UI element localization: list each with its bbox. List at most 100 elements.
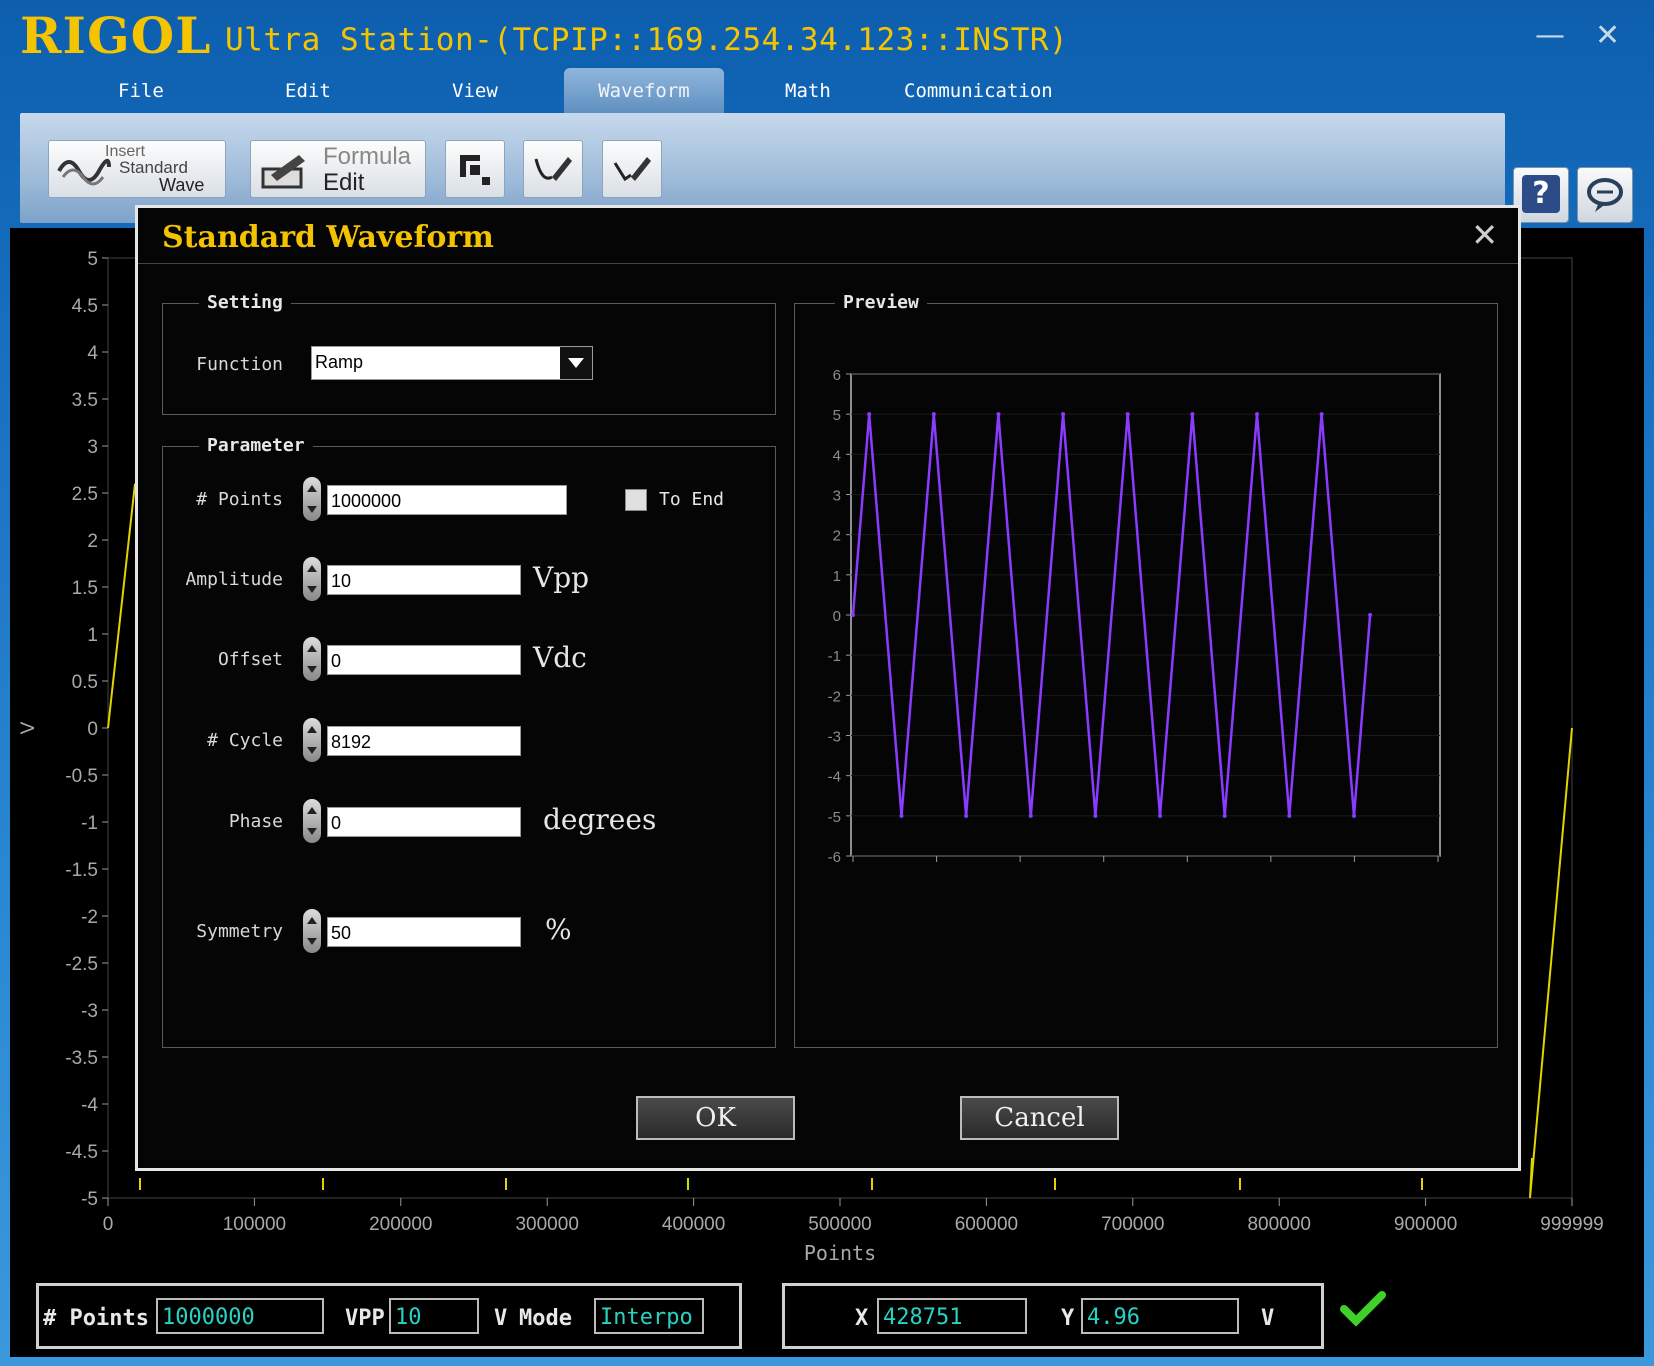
offset-input[interactable]: 0 [327,645,521,675]
y-tick-label: 1 [87,625,98,646]
y-tick-label: 2 [87,531,98,552]
zoom-tool-button[interactable] [445,140,505,198]
symmetry-input[interactable]: 50 [327,917,521,947]
y-coordinate-display[interactable]: 4.96 [1081,1298,1239,1334]
ok-button[interactable]: OK [636,1096,795,1140]
preview-data-point [1319,412,1324,417]
preview-data-point [1061,412,1066,417]
dialog-close-button[interactable]: ✕ [1471,216,1498,254]
menu-communication[interactable]: Communication [904,80,1053,102]
window-title: Ultra Station-(TCPIP::169.254.34.123::IN… [225,22,1069,58]
title-bar: RIGOL Ultra Station-(TCPIP::169.254.34.1… [0,0,1654,70]
close-window-button[interactable]: ✕ [1595,18,1620,53]
to-end-checkbox[interactable] [625,489,647,511]
y-tick-label: -3.5 [65,1048,98,1069]
preview-y-tick-label: 5 [833,407,841,424]
x-tick-label: 400000 [662,1214,725,1235]
symmetry-unit: % [545,913,572,946]
points-spinner[interactable] [303,477,321,521]
symmetry-spinner[interactable] [303,909,321,953]
menu-file[interactable]: File [118,80,164,102]
points-label: # Points [43,1306,149,1331]
points-display[interactable]: 1000000 [156,1298,324,1334]
y-tick-label: 3.5 [72,390,98,411]
to-end-label: To End [659,489,725,510]
preview-y-tick-label: 1 [833,568,841,585]
preview-y-tick-label: 0 [833,608,841,625]
offset-spinner[interactable] [303,637,321,681]
offset-unit: Vdc [533,641,587,674]
menu-waveform[interactable]: Waveform [564,68,724,114]
preview-data-point [964,813,969,818]
y-axis-label: V [18,721,39,734]
draw-line-button[interactable] [602,140,662,198]
y-tick-label: 2.5 [72,484,98,505]
preview-y-tick-label: -2 [828,688,841,705]
waveform-trace-right [1529,727,1573,1199]
minimize-button[interactable]: — [1535,18,1565,53]
preview-data-point [1125,412,1130,417]
menu-math[interactable]: Math [785,80,831,102]
menu-view[interactable]: View [452,80,498,102]
preview-data-point [996,412,1001,417]
mode-label: Mode [519,1306,572,1331]
x-coordinate-display[interactable]: 428751 [877,1298,1027,1334]
preview-group-title: Preview [835,292,927,313]
chat-button[interactable] [1577,167,1633,223]
rigol-logo: RIGOL [20,6,212,65]
y-tick-label: 3 [87,437,98,458]
preview-data-point [1287,813,1292,818]
preview-data-point [1351,813,1356,818]
amplitude-unit: Vpp [533,561,590,594]
parameter-group: Parameter # Points 1000000 To End Amplit… [162,435,776,1048]
formula-icon [261,155,305,189]
cycle-input[interactable]: 8192 [327,726,521,756]
formula-edit-button[interactable]: Formula Edit [250,140,426,198]
function-label: Function [196,354,283,375]
preview-data-point [1368,613,1373,617]
menu-bar: File Edit View Waveform Math Communicati… [20,68,1510,114]
setting-group: Setting Function Ramp [162,292,776,415]
x-tick-label: 900000 [1394,1214,1457,1235]
menu-edit[interactable]: Edit [285,80,331,102]
mode-display[interactable]: Interpo [594,1298,704,1334]
amplitude-spinner[interactable] [303,557,321,601]
preview-data-point [1158,813,1163,818]
pen-curve-icon [534,157,572,181]
points-input[interactable]: 1000000 [327,485,567,515]
y-tick-label: -4 [81,1095,98,1116]
function-select[interactable]: Ramp [311,346,593,380]
insert-standard-wave-button[interactable]: Insert Standard Wave [48,140,226,198]
wave-label: Wave [159,175,205,195]
preview-chart: 6 5 4 3 2 1 0 -1 -2 -3 -4 -5 -6 [828,367,1441,866]
y-tick-label: 0.5 [72,672,98,693]
preview-y-tick-label: -4 [828,769,841,786]
vpp-unit: V [494,1306,508,1331]
parameter-group-title: Parameter [199,435,313,456]
vpp-display[interactable]: 10 [389,1298,479,1334]
phase-spinner[interactable] [303,799,321,843]
formula-label: Formula [323,143,412,170]
chevron-down-icon[interactable] [560,347,592,379]
x-tick-label: 100000 [223,1214,286,1235]
preview-data-point [1222,813,1227,818]
x-axis-label: Points [804,1241,876,1265]
cycle-label: # Cycle [207,730,283,751]
offset-label: Offset [217,649,283,670]
preview-data-point [867,412,872,417]
cycle-spinner[interactable] [303,718,321,762]
y-tick-label: 1.5 [72,578,98,599]
status-bar: # Points 1000000 VPP 10 V Mode Interpo X… [10,1275,1644,1357]
dialog-title: Standard Waveform [162,220,494,255]
x-tick-label: 800000 [1247,1214,1310,1235]
y-tick-label: -2 [81,907,98,928]
vpp-label: VPP [345,1306,385,1331]
phase-input[interactable]: 0 [327,807,521,837]
help-button[interactable]: ? [1513,167,1569,223]
x-tick-label: 999999 [1540,1214,1603,1235]
amplitude-input[interactable]: 10 [327,565,521,595]
cancel-button[interactable]: Cancel [960,1096,1119,1140]
y-tick-label: -4.5 [65,1142,98,1163]
preview-data-point [851,613,855,617]
draw-curve-button[interactable] [523,140,583,198]
